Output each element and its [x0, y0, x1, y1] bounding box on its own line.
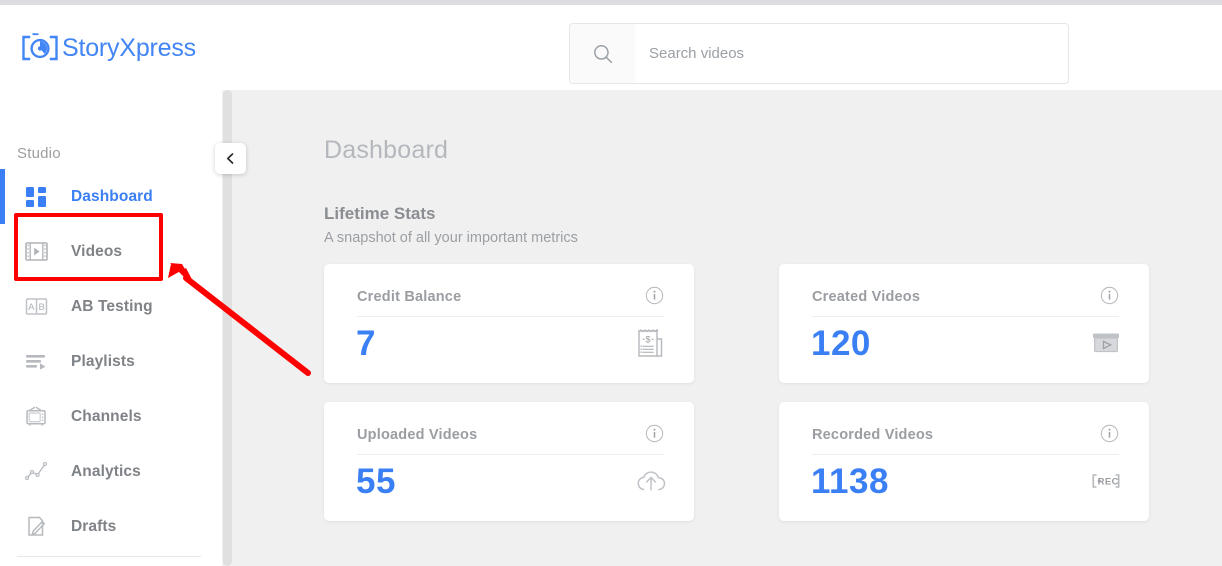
- sidebar-item-label: Channels: [71, 407, 142, 425]
- stat-card-credit-balance[interactable]: Credit Balance 7 $: [324, 264, 694, 383]
- body-area: Studio Dashboard Videos A B AB Testing P…: [0, 90, 1222, 566]
- film-play-icon: [23, 239, 49, 265]
- sidebar: Studio Dashboard Videos A B AB Testing P…: [0, 90, 222, 566]
- sidebar-item-playlists[interactable]: Playlists: [0, 334, 222, 389]
- receipt-dollar-icon: $: [638, 329, 663, 357]
- sidebar-item-analytics[interactable]: Analytics: [0, 444, 222, 499]
- stat-card-divider: [812, 316, 1119, 317]
- stat-card-label: Created Videos: [812, 289, 921, 305]
- search-icon: [593, 44, 612, 63]
- stat-card-label: Credit Balance: [357, 289, 462, 305]
- rec-bracket-icon: REC: [1092, 474, 1120, 488]
- sidebar-item-label: Videos: [71, 242, 123, 260]
- sidebar-nav: Dashboard Videos A B AB Testing Playlist…: [0, 169, 222, 554]
- dashboard-grid-icon: [23, 184, 49, 210]
- info-circle-icon[interactable]: [645, 286, 664, 305]
- search-icon-cell[interactable]: [570, 24, 635, 83]
- cloud-upload-icon: [637, 471, 666, 491]
- brand-logo[interactable]: StoryXpress: [20, 31, 196, 65]
- sidebar-item-videos[interactable]: Videos: [0, 224, 222, 279]
- stat-card-value: 55: [356, 462, 396, 501]
- ab-split-icon: A B: [23, 294, 49, 320]
- pencil-document-icon: [23, 514, 49, 540]
- sidebar-item-label: AB Testing: [71, 297, 153, 315]
- brand-name: StoryXpress: [62, 33, 196, 62]
- sidebar-item-label: Drafts: [71, 517, 117, 535]
- stat-card-value: 7: [356, 324, 376, 363]
- sidebar-divider: [17, 556, 201, 557]
- sidebar-collapse-button[interactable]: [215, 143, 246, 174]
- stat-card-recorded-videos[interactable]: Recorded Videos 1138 REC: [779, 402, 1149, 521]
- stat-card-divider: [357, 316, 664, 317]
- bracket-camera-shutter-icon: [22, 33, 58, 61]
- playlist-play-icon: [23, 349, 49, 375]
- sidebar-item-label: Playlists: [71, 352, 135, 370]
- television-icon: [23, 404, 49, 430]
- info-circle-icon[interactable]: [1100, 424, 1119, 443]
- active-indicator-bar: [0, 169, 5, 224]
- stat-card-value: 1138: [811, 462, 889, 501]
- svg-text:$: $: [645, 335, 650, 345]
- stats-card-grid: Credit Balance 7 $ Created Videos 120 Up…: [324, 264, 1158, 521]
- video-archive-play-icon: [1093, 333, 1119, 353]
- app-header: StoryXpress: [0, 5, 1222, 90]
- section-title: Lifetime Stats: [324, 204, 436, 223]
- stat-card-created-videos[interactable]: Created Videos 120: [779, 264, 1149, 383]
- sidebar-item-label: Analytics: [71, 462, 141, 480]
- chevron-left-icon: [226, 153, 234, 164]
- sidebar-item-channels[interactable]: Channels: [0, 389, 222, 444]
- section-subtitle: A snapshot of all your important metrics: [324, 230, 578, 246]
- svg-text:REC: REC: [1098, 476, 1119, 487]
- stat-card-label: Uploaded Videos: [357, 427, 478, 443]
- stat-card-label: Recorded Videos: [812, 427, 934, 443]
- search-bar[interactable]: [569, 23, 1069, 84]
- sidebar-title: Studio: [17, 145, 61, 162]
- stat-card-divider: [357, 454, 664, 455]
- page-title: Dashboard: [324, 136, 449, 164]
- main-content: Dashboard Lifetime Stats A snapshot of a…: [233, 90, 1222, 566]
- stat-card-value: 120: [811, 324, 871, 363]
- info-circle-icon[interactable]: [645, 424, 664, 443]
- svg-text:B: B: [38, 302, 44, 313]
- search-input[interactable]: [635, 24, 1068, 83]
- stat-card-divider: [812, 454, 1119, 455]
- info-circle-icon[interactable]: [1100, 286, 1119, 305]
- sidebar-item-label: Dashboard: [71, 187, 153, 205]
- svg-text:A: A: [28, 302, 35, 313]
- sidebar-item-ab-testing[interactable]: A B AB Testing: [0, 279, 222, 334]
- stat-card-uploaded-videos[interactable]: Uploaded Videos 55: [324, 402, 694, 521]
- sidebar-item-dashboard[interactable]: Dashboard: [0, 169, 222, 224]
- sidebar-item-drafts[interactable]: Drafts: [0, 499, 222, 554]
- app-root: StoryXpress Studio: [0, 0, 1222, 566]
- line-chart-icon: [23, 459, 49, 485]
